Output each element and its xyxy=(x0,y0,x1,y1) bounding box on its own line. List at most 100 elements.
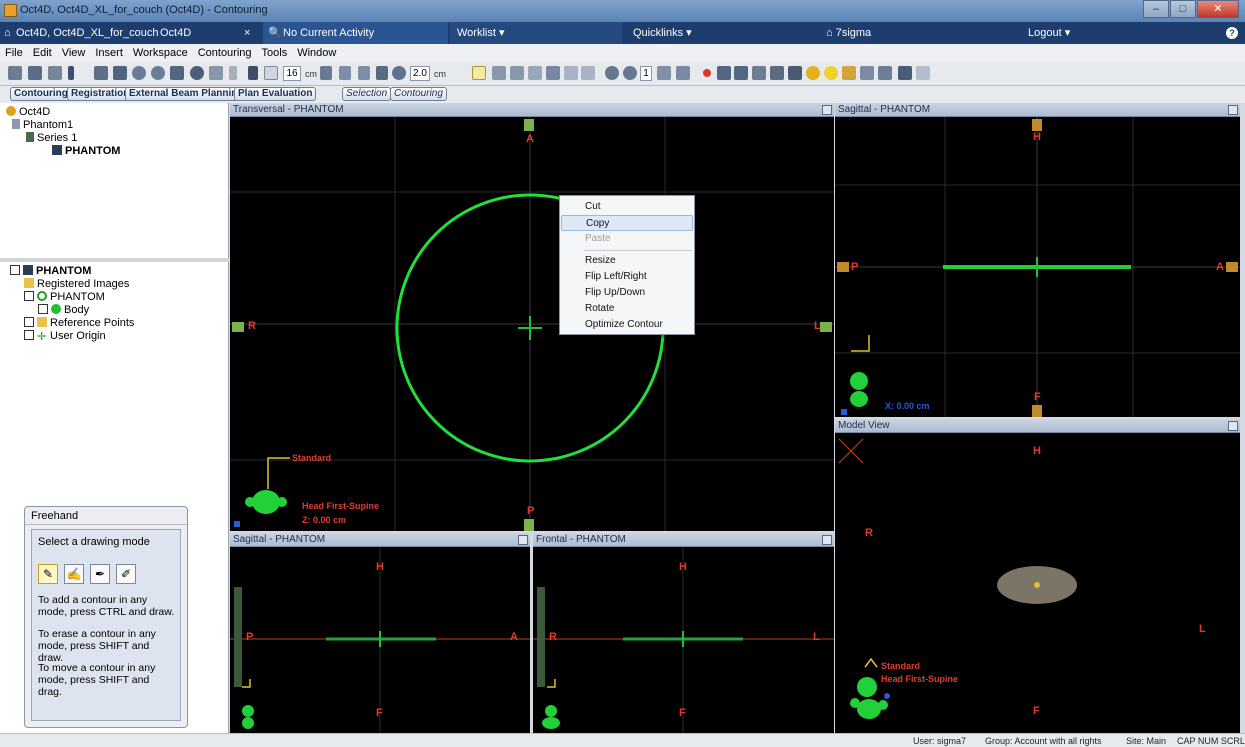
measure-icon[interactable] xyxy=(358,66,370,80)
maximize-view-icon[interactable] xyxy=(1228,421,1238,431)
fill-icon[interactable] xyxy=(546,66,560,80)
zoom-out-icon[interactable] xyxy=(151,66,165,80)
smooth-icon[interactable] xyxy=(842,66,856,80)
eraser-icon[interactable] xyxy=(528,66,542,80)
struct-registered[interactable]: Registered Images xyxy=(24,278,129,290)
point-icon[interactable] xyxy=(703,69,711,77)
menu-tools[interactable]: Tools xyxy=(257,44,293,59)
home-icon[interactable]: ⌂ xyxy=(4,22,11,44)
boolean-icon[interactable] xyxy=(734,66,748,80)
info-icon[interactable] xyxy=(68,66,74,80)
menu-insert[interactable]: Insert xyxy=(90,44,128,59)
layers-icon[interactable] xyxy=(860,66,874,80)
copy-slice-icon[interactable] xyxy=(581,66,595,80)
struct-refpoints[interactable]: Reference Points xyxy=(24,317,134,329)
line-icon[interactable] xyxy=(376,66,388,80)
close-button[interactable]: ✕ xyxy=(1197,0,1239,18)
cross-icon[interactable] xyxy=(564,66,578,80)
rotate-view-icon[interactable] xyxy=(190,66,204,80)
open-icon[interactable] xyxy=(8,66,22,80)
menu-item-resize[interactable]: Resize xyxy=(561,253,693,269)
search-zoom-icon[interactable] xyxy=(916,66,930,80)
tree-series[interactable]: Series 1 xyxy=(26,132,77,144)
nav-home-link[interactable]: Oct4D, Oct4D_XL_for_couch xyxy=(16,22,158,44)
pencil-mode-icon[interactable]: ✎ xyxy=(38,564,58,584)
freehand-tool-icon[interactable] xyxy=(472,66,486,80)
slice-icon[interactable] xyxy=(248,66,258,80)
circle-icon[interactable] xyxy=(824,66,838,80)
menu-item-copy[interactable]: Copy xyxy=(561,215,693,231)
angle-icon[interactable] xyxy=(339,66,351,80)
marker-mode-icon[interactable]: ✐ xyxy=(116,564,136,584)
layout-icon[interactable] xyxy=(94,66,108,80)
user-home-link[interactable]: ⌂ 7sigma xyxy=(826,22,871,44)
magnifier-icon[interactable] xyxy=(392,66,406,80)
interpolate-icon[interactable] xyxy=(657,66,671,80)
checkbox-icon[interactable] xyxy=(24,330,34,340)
logout-menu[interactable]: Logout ▾ xyxy=(1028,22,1070,44)
maximize-view-icon[interactable] xyxy=(1228,105,1238,115)
model-view[interactable]: Model View H R L F Standard Head First-S… xyxy=(835,419,1240,733)
menu-item-rotate[interactable]: Rotate xyxy=(561,301,693,317)
brush-mode-icon[interactable]: ✍ xyxy=(64,564,84,584)
panel-divider[interactable] xyxy=(0,258,229,262)
tab-contouring[interactable]: Contouring xyxy=(10,87,72,101)
pan-icon[interactable] xyxy=(170,66,184,80)
window-level-icon[interactable] xyxy=(113,66,127,80)
undo-icon[interactable] xyxy=(605,66,619,80)
checkbox-icon[interactable] xyxy=(24,317,34,327)
quicklinks-menu[interactable]: Quicklinks ▾ xyxy=(633,22,692,44)
grid-icon[interactable] xyxy=(209,66,223,80)
crosshair-icon[interactable] xyxy=(229,66,237,80)
save-icon[interactable] xyxy=(28,66,42,80)
tab-plan-evaluation[interactable]: Plan Evaluation xyxy=(234,87,317,101)
maximize-button[interactable]: □ xyxy=(1170,0,1196,18)
cursor-icon[interactable] xyxy=(898,66,912,80)
mode-selection[interactable]: Selection xyxy=(342,87,392,101)
menu-window[interactable]: Window xyxy=(292,44,341,59)
activity-label[interactable]: No Current Activity xyxy=(283,22,374,44)
menu-item-flip-up-down[interactable]: Flip Up/Down xyxy=(561,285,693,301)
nav-tab-oct4d[interactable]: Oct4D xyxy=(160,22,191,44)
scale-icon[interactable] xyxy=(752,66,766,80)
tab-external-beam-planning[interactable]: External Beam Planning xyxy=(125,87,248,101)
struct-set[interactable]: PHANTOM xyxy=(24,291,105,303)
slice-value-input[interactable]: 16 xyxy=(283,66,301,81)
struct-body[interactable]: Body xyxy=(38,304,89,316)
menu-item-paste[interactable]: Paste xyxy=(561,231,693,247)
histogram-icon[interactable] xyxy=(770,66,784,80)
tab-registration[interactable]: Registration xyxy=(67,87,134,101)
slice-thickness-icon[interactable] xyxy=(264,66,278,80)
count-value-input[interactable]: 1 xyxy=(640,66,652,81)
draw-line-icon[interactable] xyxy=(878,66,892,80)
margin-icon[interactable] xyxy=(676,66,690,80)
ruler-icon[interactable] xyxy=(320,66,332,80)
maximize-view-icon[interactable] xyxy=(822,105,832,115)
settings-icon[interactable] xyxy=(48,66,62,80)
menu-file[interactable]: File xyxy=(0,44,28,59)
pen-mode-icon[interactable]: ✒ xyxy=(90,564,110,584)
tree-root[interactable]: Oct4D xyxy=(6,106,50,118)
menu-item-flip-left-right[interactable]: Flip Left/Right xyxy=(561,269,693,285)
menu-edit[interactable]: Edit xyxy=(28,44,57,59)
checkbox-icon[interactable] xyxy=(38,304,48,314)
minimize-button[interactable]: – xyxy=(1143,0,1169,18)
sagittal-view-top[interactable]: Sagittal - PHANTOM H F P A X: 0.00 cm xyxy=(835,103,1240,417)
tree-image[interactable]: PHANTOM xyxy=(52,145,120,157)
maximize-view-icon[interactable] xyxy=(822,535,832,545)
transversal-view[interactable]: Transversal - PHANTOM A P R L Standard H… xyxy=(230,103,834,531)
close-tab-icon[interactable]: × xyxy=(244,22,250,44)
pen-icon[interactable] xyxy=(510,66,524,80)
struct-origin[interactable]: ✛ User Origin xyxy=(24,330,106,343)
maximize-view-icon[interactable] xyxy=(518,535,528,545)
sagittal-view-bottom[interactable]: Sagittal - PHANTOM H F P A xyxy=(230,533,530,733)
redo-icon[interactable] xyxy=(623,66,637,80)
bars-icon[interactable] xyxy=(788,66,802,80)
checkbox-icon[interactable] xyxy=(24,291,34,301)
structure-icon[interactable] xyxy=(717,66,731,80)
brush-icon[interactable] xyxy=(492,66,506,80)
menu-item-cut[interactable]: Cut xyxy=(561,199,693,215)
worklist-menu[interactable]: Worklist ▾ xyxy=(457,22,505,44)
mode-contouring[interactable]: Contouring xyxy=(390,87,447,101)
zoom-in-icon[interactable] xyxy=(132,66,146,80)
